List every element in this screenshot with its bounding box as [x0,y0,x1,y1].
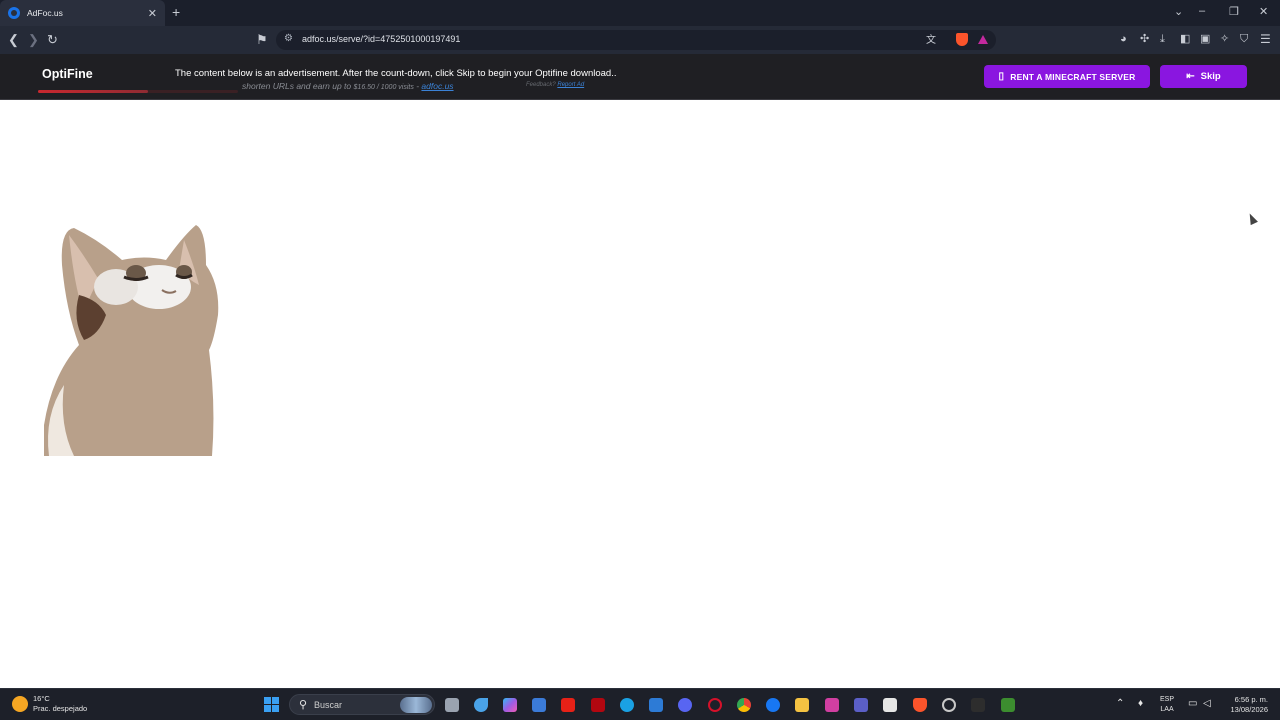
vpn-icon[interactable]: ⛉ [1240,32,1248,47]
windows-start-icon[interactable] [264,697,279,712]
clock[interactable]: 6:56 p. m. 13/08/2026 [1230,695,1268,715]
opera-icon[interactable] [708,698,722,712]
tab-list-chevron-icon[interactable]: ⌄ [1174,5,1183,18]
task-view-icon[interactable] [445,698,459,712]
brave-taskbar-icon[interactable] [913,698,927,712]
countdown-progress-bar [38,90,238,93]
mouse-cursor-icon [1246,211,1258,226]
minecraft-icon[interactable] [1001,698,1015,712]
skip-button[interactable]: ⇤ Skip [1160,65,1247,88]
teams-icon[interactable] [854,698,868,712]
netflix-icon[interactable] [591,698,605,712]
minimize-icon[interactable]: – [1199,5,1205,17]
facebook-icon[interactable] [766,698,780,712]
discord-icon[interactable] [678,698,692,712]
server-icon: ▯ [998,71,1005,82]
app-circle-icon[interactable] [942,698,956,712]
skip-arrow-icon: ⇤ [1186,71,1195,82]
brand-title: OptiFine [42,67,93,81]
weather-icon [12,696,28,712]
file-explorer-icon[interactable] [795,698,809,712]
bookmark-icon[interactable]: ⚑ [256,32,268,47]
menu-icon[interactable]: ☰ [1260,32,1271,47]
forward-icon[interactable]: ❯ [28,32,39,47]
mail-icon[interactable] [649,698,663,712]
maximize-icon[interactable]: ❐ [1229,5,1239,18]
adfocus-link[interactable]: adfoc.us [421,81,453,91]
sidebar-icon[interactable]: ◧ [1180,32,1190,47]
chrome-icon[interactable] [737,698,751,712]
url-text: adfoc.us/serve/?id=4752501000197491 [302,34,461,44]
reload-icon[interactable]: ↻ [47,32,58,47]
browser-toolbar: ❮ ❯ ↻ ⚑ ⚙ adfoc.us/serve/?id=47525010001… [0,26,1280,54]
search-icon: ⚲ [299,699,308,711]
feedback-area: Feedback? Report Ad [526,82,584,88]
address-bar[interactable]: ⚙ adfoc.us/serve/?id=4752501000197491 文 [276,30,996,50]
edge-icon[interactable] [620,698,634,712]
tab-adfocus[interactable]: AdFoc.us ✕ [0,0,165,26]
app-blue-icon[interactable] [474,698,488,712]
network-icon[interactable]: ▭ [1188,698,1197,709]
tray-chevron-icon[interactable]: ⌃ [1116,698,1124,709]
clock-time: 6:56 p. m. [1234,695,1268,704]
search-highlight-icon [400,697,432,713]
lang-line-1: ESP [1160,696,1175,703]
app-dark-icon[interactable] [971,698,985,712]
translate-icon[interactable]: 文 [926,33,936,48]
snipping-tool-icon[interactable] [883,698,897,712]
rent-minecraft-server-button[interactable]: ▯ RENT A MINECRAFT SERVER [984,65,1150,88]
back-icon[interactable]: ❮ [8,32,19,47]
page-content [0,100,1280,688]
language-indicator[interactable]: ESP LAA [1160,695,1174,715]
lang-line-2: LAA [1160,706,1174,713]
tab-title: AdFoc.us [27,8,63,18]
rent-button-label: RENT A MINECRAFT SERVER [1010,71,1136,82]
countdown-progress-fill [38,90,148,93]
microphone-icon[interactable]: ♦ [1138,698,1143,709]
new-tab-icon[interactable]: + [172,4,180,20]
copilot-icon[interactable] [503,698,517,712]
wallet-color-icon[interactable]: ◕ [1120,32,1127,47]
close-tab-icon[interactable]: ✕ [148,7,157,20]
adfocus-favicon-icon [8,7,20,19]
taskbar-search[interactable]: ⚲ Buscar [289,694,435,715]
tab-bar: AdFoc.us ✕ + ⌄ – ❐ ✕ [0,0,1280,26]
ad-header-bar: OptiFine The content below is an adverti… [0,54,1280,100]
app-pink-icon[interactable] [825,698,839,712]
weather-temp: 16°C [33,694,50,703]
search-placeholder: Buscar [314,700,343,710]
volume-icon[interactable]: ◁ [1203,698,1211,709]
youtube-icon[interactable] [561,698,575,712]
wallet-icon[interactable]: ▣ [1200,32,1210,47]
close-window-icon[interactable]: ✕ [1259,5,1268,18]
brave-rewards-icon[interactable] [978,35,988,44]
report-ad-link[interactable]: Report Ad [557,82,584,88]
ad-subtext: shorten URLs and earn up to $16.50 / 100… [242,81,454,91]
site-info-icon[interactable]: ⚙ [284,33,293,44]
ad-subtext-lead: shorten URLs and earn up to [242,81,352,91]
ad-subtext-rate: $16.50 / 1000 visits [353,84,414,91]
microsoft-store-icon[interactable] [532,698,546,712]
download-icon[interactable]: ⤓ [1160,32,1165,47]
clock-date: 13/08/2026 [1230,705,1268,714]
cat-image [44,225,219,456]
weather-desc: Prac. despejado [33,704,88,713]
feedback-label: Feedback? [526,82,556,88]
brave-shields-icon[interactable] [956,33,968,46]
skip-button-label: Skip [1200,71,1221,82]
extensions-icon[interactable]: ✣ [1140,32,1149,47]
weather-widget[interactable]: 16°C Prac. despejado [12,694,87,714]
ad-message: The content below is an advertisement. A… [175,68,617,79]
leo-ai-icon[interactable]: ✧ [1220,32,1229,47]
windows-taskbar: 16°C Prac. despejado ⚲ Buscar ⌃ ♦ ESP LA… [0,688,1280,720]
